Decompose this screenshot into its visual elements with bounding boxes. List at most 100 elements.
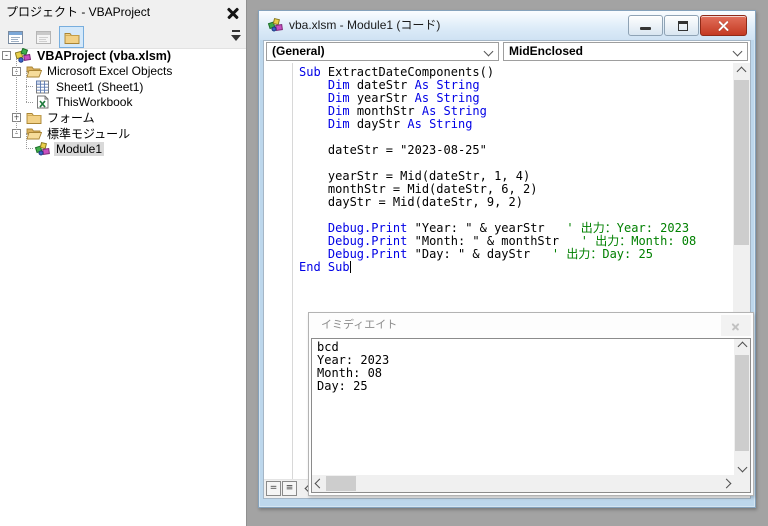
code-window-title: vba.xlsm - Module1 (コード) bbox=[289, 18, 441, 32]
horizontal-scrollbar[interactable] bbox=[312, 475, 734, 492]
scrollbar-corner bbox=[734, 475, 750, 492]
tree-item-label: Microsoft Excel Objects bbox=[47, 64, 173, 79]
tree-item-label: VBAProject (vba.xlsm) bbox=[37, 48, 172, 63]
keyword-token: Dim bbox=[327, 91, 350, 105]
view-code-icon bbox=[8, 30, 23, 44]
project-explorer-panel: プロジェクト - VBAProject - VBAProject (vba.xls… bbox=[0, 0, 247, 526]
keyword-token: Sub bbox=[299, 65, 321, 79]
chevron-down-icon bbox=[483, 46, 494, 57]
code-token: dateStr bbox=[349, 78, 415, 92]
folder-icon bbox=[64, 32, 79, 44]
tree-item[interactable]: - VBAProject (vba.xlsm) bbox=[0, 48, 245, 64]
tree-item[interactable]: ThisWorkbook bbox=[0, 95, 245, 111]
vertical-scrollbar[interactable] bbox=[734, 339, 750, 475]
keyword-token: Dim bbox=[327, 78, 350, 92]
tree-item[interactable]: - Microsoft Excel Objects bbox=[0, 64, 245, 80]
keyword-token: Dim bbox=[327, 104, 350, 118]
immediate-text-area[interactable]: bcd Year: 2023 Month: 08 Day: 25 bbox=[312, 339, 733, 474]
procedure-view-button[interactable]: = bbox=[266, 481, 281, 496]
tree-connector bbox=[26, 86, 33, 87]
keyword-token: As bbox=[414, 78, 430, 92]
close-button[interactable] bbox=[721, 315, 751, 336]
scrollbar-thumb[interactable] bbox=[326, 476, 356, 491]
tree-connector bbox=[26, 102, 33, 103]
folder-closed-icon bbox=[25, 110, 42, 125]
immediate-line: Month: 08 bbox=[317, 366, 383, 380]
code-line[interactable]: End Sub bbox=[299, 261, 733, 274]
keyword-token: Dim bbox=[327, 117, 350, 131]
toggle-folders-button[interactable] bbox=[59, 26, 84, 48]
keyword-token: String bbox=[436, 78, 480, 92]
procedure-dropdown[interactable]: MidEnclosed bbox=[503, 42, 748, 61]
keyword-token: String bbox=[436, 91, 480, 105]
tree-item[interactable]: + フォーム bbox=[0, 110, 245, 126]
code-token: dayStr = Mid(dateStr, 9, 2) bbox=[299, 195, 523, 209]
text-caret bbox=[349, 261, 351, 273]
keyword-token: As bbox=[414, 91, 430, 105]
tree-item[interactable]: - 標準モジュール bbox=[0, 126, 245, 142]
keyword-token: As bbox=[421, 104, 437, 118]
folder-open-icon bbox=[25, 126, 42, 141]
comment-token: ' 出力：Year: 2023 bbox=[566, 221, 690, 235]
code-token: dateStr = "2023-08-25" bbox=[299, 143, 487, 157]
scroll-up-button[interactable] bbox=[733, 63, 750, 79]
collapse-icon[interactable]: - bbox=[2, 51, 11, 61]
close-icon bbox=[226, 5, 240, 20]
code-window-titlebar[interactable]: vba.xlsm - Module1 (コード) bbox=[259, 11, 755, 40]
view-object-icon bbox=[36, 30, 51, 44]
keyword-token: Debug.Print bbox=[327, 234, 408, 248]
dropdown-overflow-icon bbox=[232, 30, 240, 32]
close-icon bbox=[731, 321, 740, 331]
tree-item[interactable]: Sheet1 (Sheet1) bbox=[0, 79, 245, 95]
keyword-token: String bbox=[429, 117, 473, 131]
keyword-token: End Sub bbox=[299, 260, 350, 274]
keyword-token: Debug.Print bbox=[327, 247, 408, 261]
close-button[interactable] bbox=[223, 2, 243, 22]
view-object-button[interactable] bbox=[31, 26, 56, 48]
view-code-button[interactable] bbox=[3, 26, 28, 48]
code-line[interactable]: Debug.Print "Day: " & dayStr ' 出力：Day: 2… bbox=[299, 248, 733, 261]
chevron-down-icon bbox=[737, 462, 747, 473]
code-token: "Month: " & monthStr bbox=[407, 234, 581, 248]
comment-token: ' 出力：Day: 25 bbox=[551, 247, 653, 261]
scroll-down-button[interactable] bbox=[734, 460, 750, 475]
scroll-up-button[interactable] bbox=[734, 339, 750, 354]
restore-button[interactable] bbox=[664, 15, 699, 36]
chevron-left-icon bbox=[314, 478, 325, 489]
project-explorer-titlebar: プロジェクト - VBAProject bbox=[0, 0, 246, 25]
code-line[interactable]: dateStr = "2023-08-25" bbox=[299, 144, 733, 157]
immediate-window: イミディエイト bcd Year: 2023 Month: 08 Day: 25 bbox=[308, 312, 754, 496]
minimize-button[interactable] bbox=[628, 15, 663, 36]
object-dropdown[interactable]: (General) bbox=[266, 42, 499, 61]
tree-connector bbox=[26, 148, 33, 149]
chevron-right-icon bbox=[721, 478, 732, 489]
tree-item[interactable]: Module1 bbox=[0, 141, 245, 157]
immediate-window-title: イミディエイト bbox=[321, 319, 398, 331]
project-explorer-toolbar bbox=[0, 24, 246, 49]
scroll-left-button[interactable] bbox=[312, 475, 327, 492]
code-line[interactable]: dayStr = Mid(dateStr, 9, 2) bbox=[299, 196, 733, 209]
code-line[interactable]: Dim dayStr As String bbox=[299, 118, 733, 131]
tree-item-label: 標準モジュール bbox=[47, 126, 131, 141]
combo-row: (General) MidEnclosed bbox=[264, 41, 750, 63]
toolbar-overflow-button[interactable] bbox=[228, 27, 244, 45]
module-icon bbox=[267, 17, 284, 33]
scroll-right-button[interactable] bbox=[719, 475, 734, 492]
scrollbar-thumb[interactable] bbox=[735, 355, 749, 451]
project-explorer-title: プロジェクト - VBAProject bbox=[6, 5, 151, 19]
scrollbar-thumb[interactable] bbox=[734, 80, 749, 245]
module-icon bbox=[34, 141, 51, 156]
full-module-view-button[interactable]: ≡ bbox=[282, 481, 297, 496]
keyword-token: String bbox=[443, 104, 487, 118]
keyword-token: Debug.Print bbox=[327, 221, 408, 235]
code-token: yearStr bbox=[349, 91, 415, 105]
chevron-down-icon bbox=[732, 46, 743, 57]
code-token: ExtractDateComponents() bbox=[320, 65, 495, 79]
close-button[interactable] bbox=[700, 15, 747, 36]
